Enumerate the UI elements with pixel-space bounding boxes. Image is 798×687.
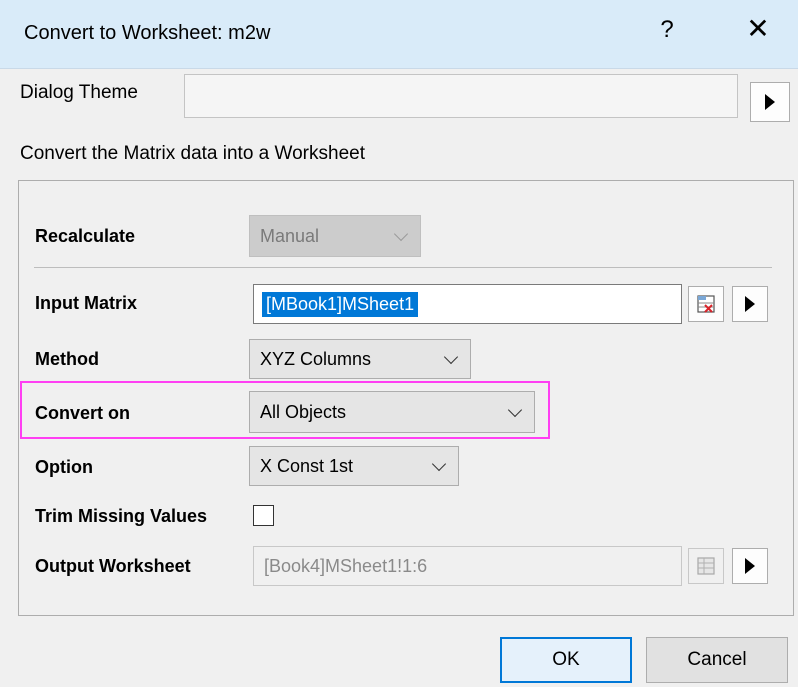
trim-missing-checkbox[interactable] [253,505,274,526]
recalculate-value: Manual [260,225,320,246]
select-range-icon [697,295,715,313]
dialog-description: Convert the Matrix data into a Worksheet [20,143,365,164]
convert-on-dropdown[interactable]: All Objects [249,391,535,433]
convert-on-value: All Objects [260,401,347,422]
chevron-down-icon [393,226,409,242]
method-dropdown[interactable]: XYZ Columns [249,339,471,379]
help-icon[interactable]: ? [652,16,682,44]
recalculate-dropdown: Manual [249,215,421,257]
output-worksheet-picker-button [688,548,724,584]
arrow-right-icon [745,558,755,574]
output-worksheet-label: Output Worksheet [35,556,191,576]
option-label: Option [35,457,93,477]
dialog-theme-field[interactable] [184,74,738,118]
close-icon[interactable]: ✕ [738,12,778,45]
arrow-right-icon [745,296,755,312]
convert-on-label: Convert on [35,403,131,423]
option-value: X Const 1st [260,455,354,476]
output-worksheet-field: [Book4]MSheet1!1:6 [253,546,682,586]
chevron-down-icon [507,402,523,418]
cancel-button[interactable]: Cancel [646,637,788,683]
input-matrix-field[interactable]: [MBook1]MSheet1 [253,284,682,324]
input-matrix-value: [MBook1]MSheet1 [262,291,419,317]
ok-button[interactable]: OK [500,637,632,683]
separator [34,267,772,268]
method-label: Method [35,349,99,369]
theme-menu-button[interactable] [750,82,790,122]
method-value: XYZ Columns [260,348,372,369]
input-matrix-menu-button[interactable] [732,286,768,322]
chevron-down-icon [431,456,447,472]
worksheet-icon [697,557,715,575]
chevron-down-icon [443,349,459,365]
option-dropdown[interactable]: X Const 1st [249,446,459,486]
recalculate-label: Recalculate [35,226,136,246]
select-range-button[interactable] [688,286,724,322]
arrow-right-icon [765,94,775,110]
title-bar: Convert to Worksheet: m2w ? ✕ [0,0,798,69]
dialog-theme-label: Dialog Theme [20,82,138,103]
trim-missing-label: Trim Missing Values [35,506,208,526]
window-title: Convert to Worksheet: m2w [24,22,271,44]
output-worksheet-value: [Book4]MSheet1!1:6 [264,555,428,576]
output-worksheet-menu-button[interactable] [732,548,768,584]
input-matrix-label: Input Matrix [35,293,137,313]
